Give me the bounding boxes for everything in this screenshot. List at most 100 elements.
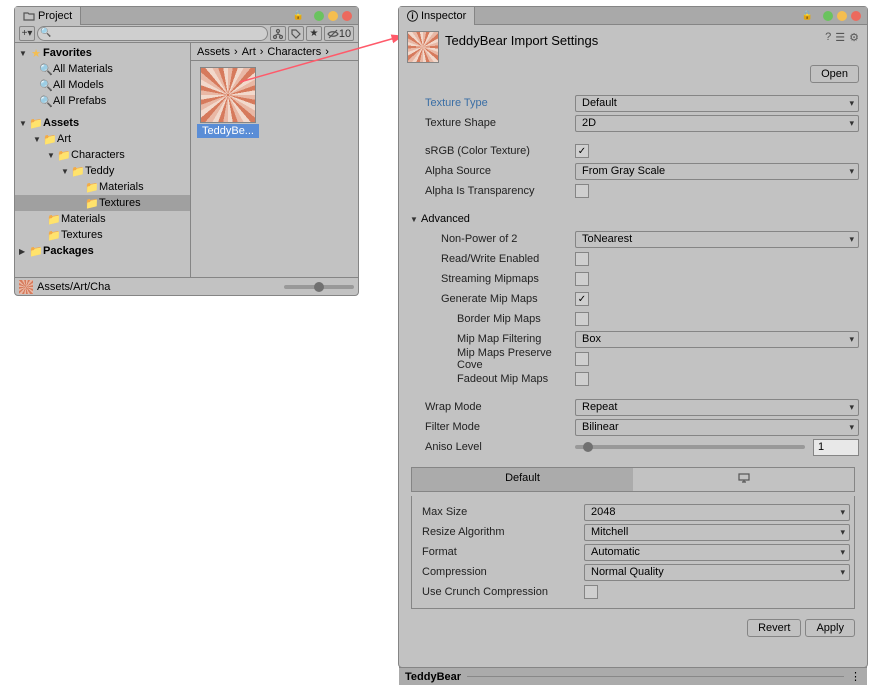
open-button[interactable]: Open	[810, 65, 859, 83]
tree-characters[interactable]: ▼📁Characters	[15, 147, 190, 163]
project-tree: ▼★Favorites 🔍All Materials 🔍All Models 🔍…	[15, 43, 191, 277]
window-max-button[interactable]	[837, 11, 847, 21]
dropdown-texture-shape[interactable]: 2D	[575, 115, 859, 132]
asset-teddybear[interactable]: TeddyBe...	[197, 67, 259, 138]
platform-settings: Max Size2048 Resize AlgorithmMitchell Fo…	[411, 496, 855, 609]
help-icon[interactable]: ?	[825, 31, 831, 44]
filter-type-button[interactable]	[270, 26, 286, 41]
header-thumbnail	[407, 31, 439, 63]
checkbox-alpha-trans[interactable]	[575, 184, 589, 198]
dropdown-wrap[interactable]: Repeat	[575, 399, 859, 416]
checkbox-crunch[interactable]	[584, 585, 598, 599]
folder-icon	[23, 10, 35, 22]
asset-grid[interactable]: TeddyBe...	[191, 61, 358, 277]
checkbox-fadeout[interactable]	[575, 372, 589, 386]
project-toolbar: +▾ ★ 10	[15, 25, 358, 43]
checkbox-srgb[interactable]: ✓	[575, 144, 589, 158]
tree-fav-item[interactable]: 🔍All Prefabs	[15, 93, 190, 109]
checkbox-rw[interactable]	[575, 252, 589, 266]
tree-assets[interactable]: ▼📁Assets	[15, 115, 190, 131]
breadcrumb-item[interactable]: Assets	[197, 46, 230, 58]
preview-name: TeddyBear	[405, 671, 461, 683]
section-advanced[interactable]: ▼Advanced	[407, 209, 859, 229]
lock-icon[interactable]: 🔒	[289, 10, 308, 21]
window-buttons	[817, 11, 867, 21]
label-format: Format	[416, 546, 584, 558]
label-border: Border Mip Maps	[407, 313, 575, 325]
dropdown-maxsize[interactable]: 2048	[584, 504, 850, 521]
apply-button[interactable]: Apply	[805, 619, 855, 637]
label-mipfilter: Mip Map Filtering	[407, 333, 575, 345]
tree-materials[interactable]: 📁Materials	[15, 179, 190, 195]
hidden-count: 10	[339, 28, 351, 40]
dropdown-filter[interactable]: Bilinear	[575, 419, 859, 436]
tab-default[interactable]: Default	[412, 468, 633, 491]
breadcrumb-item[interactable]: Characters	[267, 46, 321, 58]
menu-icon[interactable]: ⋮	[850, 670, 861, 683]
tree-packages[interactable]: ▶📁Packages	[15, 243, 190, 259]
breadcrumb-item[interactable]: Art	[242, 46, 256, 58]
slider-aniso[interactable]	[575, 445, 805, 449]
label-rw: Read/Write Enabled	[407, 253, 575, 265]
checkbox-border[interactable]	[575, 312, 589, 326]
label-compression: Compression	[416, 566, 584, 578]
favorite-button[interactable]: ★	[306, 26, 322, 41]
label-npot: Non-Power of 2	[407, 233, 575, 245]
label-maxsize: Max Size	[416, 506, 584, 518]
create-button[interactable]: +▾	[19, 26, 35, 41]
filter-label-button[interactable]	[288, 26, 304, 41]
tree-textures[interactable]: 📁Textures	[15, 195, 190, 211]
tree-teddy[interactable]: ▼📁Teddy	[15, 163, 190, 179]
tree-fav-item[interactable]: 🔍All Models	[15, 77, 190, 93]
chevron-right-icon: ›	[234, 46, 238, 58]
chevron-right-icon: ›	[325, 46, 329, 58]
tab-inspector[interactable]: ⓘ Inspector	[399, 7, 475, 25]
preview-bar[interactable]: TeddyBear ⋮	[399, 667, 867, 685]
window-min-button[interactable]	[823, 11, 833, 21]
divider	[467, 676, 844, 677]
platform-tabs: Default	[411, 467, 855, 492]
hidden-count-button[interactable]: 10	[324, 26, 354, 41]
tree-art[interactable]: ▼📁Art	[15, 131, 190, 147]
dropdown-format[interactable]: Automatic	[584, 544, 850, 561]
label-alpha-trans: Alpha Is Transparency	[407, 185, 575, 197]
dropdown-compression[interactable]: Normal Quality	[584, 564, 850, 581]
tab-project[interactable]: Project	[15, 7, 81, 25]
checkbox-mipcover[interactable]	[575, 352, 589, 366]
project-panel: Project 🔒 +▾ ★ 10 ▼★Favorites 🔍All Mater…	[14, 6, 359, 296]
window-buttons	[308, 11, 358, 21]
project-footer: Assets/Art/Cha	[15, 277, 358, 295]
lock-icon[interactable]: 🔒	[798, 10, 817, 21]
project-content: Assets› Art› Characters› TeddyBe...	[191, 43, 358, 277]
dropdown-mipfilter[interactable]: Box	[575, 331, 859, 348]
label-stream: Streaming Mipmaps	[407, 273, 575, 285]
info-icon: ⓘ	[407, 8, 418, 24]
dropdown-alpha-source[interactable]: From Gray Scale	[575, 163, 859, 180]
aniso-input[interactable]	[813, 439, 859, 456]
checkbox-genmip[interactable]: ✓	[575, 292, 589, 306]
tab-standalone[interactable]	[633, 468, 854, 491]
dropdown-resize[interactable]: Mitchell	[584, 524, 850, 541]
revert-button[interactable]: Revert	[747, 619, 801, 637]
window-min-button[interactable]	[314, 11, 324, 21]
monitor-icon	[738, 472, 750, 484]
gear-icon[interactable]: ⚙	[849, 31, 859, 44]
thumb-size-slider[interactable]	[284, 285, 354, 289]
tree-fav-item[interactable]: 🔍All Materials	[15, 61, 190, 77]
window-close-button[interactable]	[851, 11, 861, 21]
tab-label: Inspector	[421, 10, 466, 22]
checkbox-stream[interactable]	[575, 272, 589, 286]
label-resize: Resize Algorithm	[416, 526, 584, 538]
search-input[interactable]	[37, 26, 268, 41]
dropdown-npot[interactable]: ToNearest	[575, 231, 859, 248]
window-max-button[interactable]	[328, 11, 338, 21]
breadcrumb: Assets› Art› Characters›	[191, 43, 358, 61]
label-texture-type: Texture Type	[407, 97, 575, 109]
asset-thumbnail	[200, 67, 256, 123]
tree-favorites[interactable]: ▼★Favorites	[15, 45, 190, 61]
window-close-button[interactable]	[342, 11, 352, 21]
preset-icon[interactable]: ☰	[835, 31, 845, 44]
dropdown-texture-type[interactable]: Default	[575, 95, 859, 112]
tree-textures-2[interactable]: 📁Textures	[15, 227, 190, 243]
tree-materials-2[interactable]: 📁Materials	[15, 211, 190, 227]
